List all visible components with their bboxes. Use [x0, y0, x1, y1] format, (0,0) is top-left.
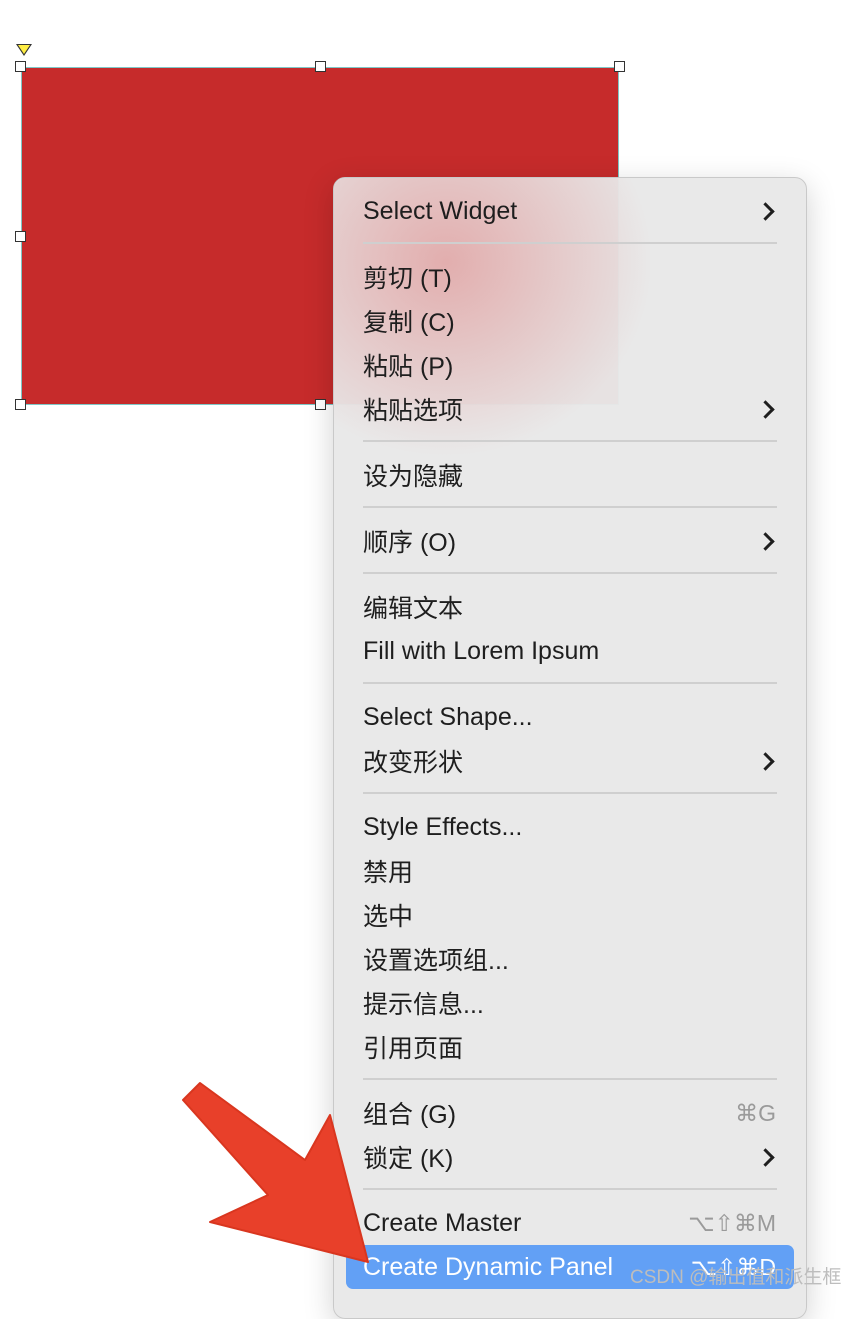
chevron-right-icon: [756, 531, 775, 551]
menu-item-select-shape[interactable]: Select Shape...: [346, 695, 794, 739]
menu-item-label: Create Master: [363, 1208, 522, 1237]
menu-item-select-widget[interactable]: Select Widget: [346, 189, 794, 233]
menu-item-disable[interactable]: 禁用: [346, 849, 794, 893]
resize-handle-bottom-center[interactable]: [315, 399, 326, 410]
menu-item-label: 粘贴 (P): [363, 353, 454, 381]
menu-item-label: 设置选项组...: [363, 947, 509, 975]
menu-item-option-group[interactable]: 设置选项组...: [346, 937, 794, 981]
menu-separator: [363, 1188, 777, 1190]
menu-separator: [363, 572, 777, 574]
menu-item-label: 提示信息...: [363, 991, 484, 1019]
menu-item-label: 选中: [363, 903, 414, 931]
menu-item-cut[interactable]: 剪切 (T): [346, 255, 794, 299]
menu-item-shortcut: ⌥⇧⌘M: [688, 1209, 776, 1236]
menu-item-label: Select Widget: [363, 196, 518, 225]
menu-item-selected[interactable]: 选中: [346, 893, 794, 937]
widget-anchor-marker: [16, 44, 32, 56]
menu-item-label: 锁定 (K): [363, 1145, 454, 1173]
menu-item-paste[interactable]: 粘贴 (P): [346, 343, 794, 387]
resize-handle-bottom-left[interactable]: [15, 399, 26, 410]
menu-item-create-master[interactable]: Create Master ⌥⇧⌘M: [346, 1201, 794, 1245]
menu-item-label: 粘贴选项: [363, 397, 464, 425]
menu-item-style-effects[interactable]: Style Effects...: [346, 805, 794, 849]
menu-item-label: Select Shape...: [363, 702, 533, 731]
menu-item-label: 设为隐藏: [363, 463, 464, 491]
menu-item-tooltip[interactable]: 提示信息...: [346, 981, 794, 1025]
design-canvas[interactable]: Select Widget 剪切 (T) 复制 (C) 粘贴 (P) 粘贴选项 …: [0, 0, 856, 1319]
menu-item-fill-lorem-ipsum[interactable]: Fill with Lorem Ipsum: [346, 629, 794, 673]
menu-item-label: 组合 (G): [363, 1101, 457, 1129]
menu-item-label: 编辑文本: [363, 595, 464, 623]
menu-separator: [363, 1078, 777, 1080]
menu-item-edit-text[interactable]: 编辑文本: [346, 585, 794, 629]
resize-handle-top-right[interactable]: [614, 61, 625, 72]
menu-item-label: 复制 (C): [363, 309, 455, 337]
menu-item-lock[interactable]: 锁定 (K): [346, 1135, 794, 1179]
chevron-right-icon: [756, 1147, 775, 1167]
menu-item-group[interactable]: 组合 (G) ⌘G: [346, 1091, 794, 1135]
resize-handle-top-left[interactable]: [15, 61, 26, 72]
chevron-right-icon: [756, 751, 775, 771]
menu-item-change-shape[interactable]: 改变形状: [346, 739, 794, 783]
menu-item-label: 剪切 (T): [363, 265, 452, 293]
menu-item-label: 顺序 (O): [363, 529, 457, 557]
menu-item-set-hidden[interactable]: 设为隐藏: [346, 453, 794, 497]
menu-item-label: 禁用: [363, 859, 414, 887]
resize-handle-middle-left[interactable]: [15, 231, 26, 242]
resize-handle-top-center[interactable]: [315, 61, 326, 72]
menu-item-paste-options[interactable]: 粘贴选项: [346, 387, 794, 431]
menu-item-copy[interactable]: 复制 (C): [346, 299, 794, 343]
chevron-right-icon: [756, 201, 775, 221]
menu-separator: [363, 506, 777, 508]
menu-item-shortcut: ⌘G: [735, 1099, 776, 1126]
chevron-right-icon: [756, 399, 775, 419]
menu-item-order[interactable]: 顺序 (O): [346, 519, 794, 563]
menu-separator: [363, 440, 777, 442]
context-menu: Select Widget 剪切 (T) 复制 (C) 粘贴 (P) 粘贴选项 …: [333, 177, 807, 1319]
menu-separator: [363, 792, 777, 794]
menu-separator: [363, 242, 777, 244]
menu-item-label: Fill with Lorem Ipsum: [363, 636, 600, 665]
menu-item-reference-page[interactable]: 引用页面: [346, 1025, 794, 1069]
menu-separator: [363, 682, 777, 684]
menu-item-label: Style Effects...: [363, 812, 523, 841]
watermark-text: CSDN @输出值和派生框: [630, 1267, 842, 1288]
menu-item-label: 引用页面: [363, 1035, 464, 1063]
menu-item-label: 改变形状: [363, 749, 464, 777]
